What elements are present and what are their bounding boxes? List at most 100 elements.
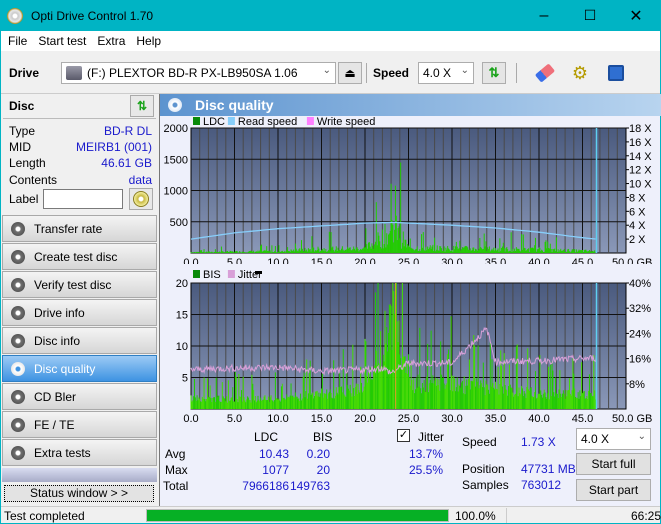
settings-button[interactable]: ⚙: [568, 62, 592, 84]
stats-max-bis: 20: [316, 463, 330, 477]
disc-label-input[interactable]: [43, 189, 123, 209]
nav-label: Transfer rate: [34, 221, 103, 236]
nav-disc-quality[interactable]: Disc quality: [2, 355, 157, 382]
progress-text: 100.0%: [455, 509, 496, 523]
disc-tool-icon: [11, 305, 25, 320]
menu-file[interactable]: File: [8, 34, 27, 48]
nav-label: Create test disc: [34, 249, 118, 264]
nav-create-test-disc[interactable]: Create test disc: [2, 243, 157, 270]
y-tick-label: 1500: [164, 154, 188, 166]
stats-total-label: Total: [163, 479, 189, 493]
progress-bar: [146, 509, 449, 522]
disc-label-key: Label: [9, 192, 39, 206]
disc-title: Disc: [9, 99, 35, 113]
start-full-button[interactable]: Start full: [576, 453, 651, 475]
bis-jitter-chart: 5 10 15 20 8% 16% 24% 32% 40% 0.0 5.0 10.0 15.0 20.0 2…: [176, 269, 653, 424]
y-tick-label: 20: [176, 278, 188, 290]
x-tick-label: 0.0: [183, 413, 198, 424]
position-value: 47731 MB: [521, 462, 576, 476]
nav-label: Verify test disc: [34, 277, 112, 292]
drive-select[interactable]: (F:) PLEXTOR BD-R PX-LB950SA 1.06 ⌄: [61, 62, 336, 84]
y2-tick-label: 40%: [629, 278, 651, 290]
toolbar: Drive (F:) PLEXTOR BD-R PX-LB950SA 1.06 …: [1, 51, 660, 94]
minimize-button[interactable]: –: [521, 0, 567, 31]
disc-tool-icon: [11, 249, 25, 264]
menu-extra[interactable]: Extra: [97, 34, 125, 48]
x-tick-label: 15.0: [311, 257, 332, 264]
maximize-button[interactable]: ☐: [567, 0, 613, 31]
y2-tick-label: 32%: [629, 303, 651, 315]
disc-quality-icon: [168, 98, 182, 112]
nav-fe-te[interactable]: FE / TE: [2, 411, 157, 438]
menu-help[interactable]: Help: [136, 34, 161, 48]
disc-quality-panel: Disc quality 500 1000 1500 2000 2 X 4 X 6 X 8 X…: [159, 94, 661, 506]
position-label: Position: [462, 462, 505, 476]
test-speed-select[interactable]: 4.0 X ⌄: [576, 428, 651, 450]
nav-label: Disc quality: [34, 361, 96, 376]
disc-tool-icon: [11, 277, 25, 292]
sidebar: Disc ⇅ Type BD-R DL MID MEIRB1 (001) Len…: [1, 94, 158, 506]
nav-label: Disc info: [34, 333, 81, 348]
stats-max-label: Max: [165, 463, 188, 477]
eject-button[interactable]: ⏏: [338, 62, 362, 84]
nav-extra-tests[interactable]: Extra tests: [2, 439, 157, 466]
stats-avg-jitter: 13.7%: [408, 447, 443, 461]
legend-swatch-bis: [193, 270, 200, 278]
save-button[interactable]: [604, 62, 628, 84]
disc-contents-row: Contents data: [9, 173, 152, 189]
chevron-down-icon: ⌄: [460, 65, 469, 76]
disc-refresh-button[interactable]: ⇅: [130, 95, 154, 117]
x-tick-label: 10.0: [267, 257, 288, 264]
x-tick-label: 35.0: [485, 413, 506, 424]
disc-contents-value: data: [128, 173, 152, 187]
x-tick-label: 40.0: [528, 257, 549, 264]
menu-bar: File Start test Extra Help: [1, 31, 660, 51]
nav-verify-test-disc[interactable]: Verify test disc: [2, 271, 157, 298]
disc-label-button[interactable]: [129, 188, 153, 210]
disc-mid-value: MEIRB1 (001): [75, 140, 152, 154]
x-tick-label: 5.0: [227, 257, 242, 264]
disc-type-row: Type BD-R DL: [9, 124, 152, 140]
jitter-checkbox[interactable]: ✓: [397, 429, 410, 442]
y2-tick-label: 16%: [629, 354, 651, 366]
disc-tool-icon: [11, 221, 25, 236]
nav-transfer-rate[interactable]: Transfer rate: [2, 215, 157, 242]
nav-drive-info[interactable]: Drive info: [2, 299, 157, 326]
stats-avg-label: Avg: [165, 447, 186, 461]
start-part-button[interactable]: Start part: [576, 479, 651, 501]
refresh-button[interactable]: ⇅: [482, 62, 506, 84]
app-window: Opti Drive Control 1.70 – ☐ ✕ File Start…: [1, 0, 661, 523]
y-tick-label: 2000: [164, 123, 188, 135]
speed-select[interactable]: 4.0 X ⌄: [418, 62, 474, 84]
nav-label: FE / TE: [34, 417, 75, 432]
close-button[interactable]: ✕: [613, 0, 659, 31]
ldc-chart: 500 1000 1500 2000 2 X 4 X 6 X 8 X10 X 12 X 14 X 1…: [164, 116, 653, 264]
nav-disc-info[interactable]: Disc info: [2, 327, 157, 354]
title-bar: Opti Drive Control 1.70 – ☐ ✕: [1, 0, 660, 31]
x-tick-label: 25.0: [398, 257, 419, 264]
drive-label: Drive: [9, 66, 40, 80]
x-tick-label: 15.0: [311, 413, 332, 424]
stats-avg-bis: 0.20: [306, 447, 330, 461]
x-tick-label: 5.0: [227, 413, 242, 424]
stats-max-jitter: 25.5%: [408, 463, 443, 477]
gears-icon: ⚙: [571, 62, 589, 83]
x-tick-label: 35.0: [485, 257, 506, 264]
y-tick-label: 5: [182, 373, 188, 385]
nav-cd-bler[interactable]: CD Bler: [2, 383, 157, 410]
menu-start-test[interactable]: Start test: [38, 34, 86, 48]
stats-total-ldc: 7966186: [242, 479, 289, 493]
legend-label-jitter: Jitter: [238, 269, 262, 281]
legend-label-write-speed: Write speed: [317, 116, 376, 128]
y-tick-label: 500: [170, 217, 188, 229]
x-tick-label: 50.0 GB: [612, 413, 652, 424]
speed-label: Speed: [373, 66, 410, 80]
nav-label: Extra tests: [34, 445, 91, 460]
panel-title: Disc quality: [195, 97, 274, 113]
erase-button[interactable]: [533, 62, 557, 84]
speed-stat-label: Speed: [462, 435, 497, 449]
drive-hdd-icon: [66, 66, 82, 80]
status-window-button[interactable]: Status window > >: [4, 485, 154, 502]
y-tick-label: 1000: [164, 186, 188, 198]
y2-tick-label: 12 X: [629, 165, 652, 177]
